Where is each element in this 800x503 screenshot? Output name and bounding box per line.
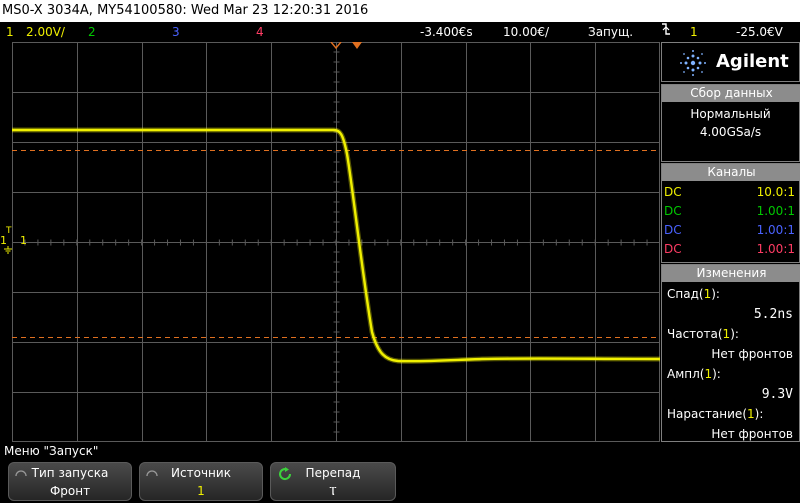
- ch1-trace-label: 1: [20, 234, 27, 247]
- channel-row-4[interactable]: DC 1.00:1: [664, 240, 797, 259]
- acquire-mode: Нормальный: [690, 107, 771, 121]
- channel-row-3[interactable]: DC 1.00:1: [664, 221, 797, 240]
- window-title: MS0-X 3034A, MY54100580: Wed Mar 23 12:2…: [0, 0, 800, 22]
- channel-row-2[interactable]: DC 1.00:1: [664, 202, 797, 221]
- ch1-number[interactable]: 1: [6, 22, 14, 42]
- info-panel: Agilent Сбор данных Нормальный 4.00GSa/s…: [661, 42, 800, 442]
- measurement-value: 9.3V: [761, 387, 793, 402]
- agilent-logo: Agilent: [716, 51, 789, 72]
- ch3-number[interactable]: 3: [172, 22, 180, 42]
- probe-ratio: 1.00:1: [756, 204, 795, 218]
- ch4-number[interactable]: 4: [256, 22, 264, 42]
- ch2-number[interactable]: 2: [88, 22, 96, 42]
- source-value: 1: [197, 484, 205, 498]
- slope-value: Ⲧ: [329, 484, 337, 498]
- acquire-box[interactable]: Сбор данных Нормальный 4.00GSa/s: [661, 84, 800, 162]
- waveform-graph: [12, 42, 661, 442]
- measurement-value: 5.2ns: [753, 307, 793, 322]
- ch1-scale[interactable]: 2.00V/: [26, 22, 65, 42]
- logo-box: Agilent: [661, 42, 800, 82]
- probe-ratio: 1.00:1: [756, 242, 795, 256]
- source-softkey[interactable]: Источник 1: [139, 462, 263, 501]
- measurements-header: Изменения: [662, 265, 800, 282]
- delay-marker-icon[interactable]: [351, 42, 363, 50]
- measurement-label: Частота(1):: [667, 327, 739, 341]
- channel-coupling: DC: [664, 185, 682, 199]
- menu-title: Меню "Запуск": [4, 444, 99, 458]
- probe-ratio: 1.00:1: [756, 223, 795, 237]
- status-bar: 1 2.00V/ 2 3 4 -3.400€s 10.00€/ Запущ. 1…: [0, 22, 800, 42]
- channel-coupling: DC: [664, 223, 682, 237]
- channel-coupling: DC: [664, 242, 682, 256]
- trigger-type-softkey[interactable]: Тип запуска Фронт: [8, 462, 132, 501]
- measurement-label: Нарастание(1):: [667, 407, 764, 421]
- ground-icon: [4, 246, 12, 254]
- time-scale[interactable]: 10.00€/: [503, 22, 549, 42]
- probe-ratio: 10.0:1: [756, 185, 795, 199]
- trigger-source[interactable]: 1: [690, 22, 698, 42]
- channels-box[interactable]: Каналы DC 10.0:1 DC 1.00:1 DC 1.00:1 DC 1.00:1: [661, 163, 800, 263]
- sample-rate: 4.00GSa/s: [699, 125, 762, 139]
- trigger-edge-icon: [660, 22, 672, 42]
- measurement-value: Нет фронтов: [711, 427, 793, 441]
- slope-softkey[interactable]: Перепад Ⲧ: [270, 462, 396, 501]
- waveform-display[interactable]: [12, 42, 661, 442]
- channel-row-1[interactable]: DC 10.0:1: [664, 183, 797, 202]
- measurement-label: Ампл(1):: [667, 367, 721, 381]
- agilent-spark-icon: [680, 50, 706, 76]
- channel-coupling: DC: [664, 204, 682, 218]
- run-state[interactable]: Запущ.: [588, 22, 633, 42]
- measurement-value: Нет фронтов: [711, 347, 793, 361]
- trigger-level[interactable]: -25.0€V: [736, 22, 783, 42]
- trigger-type-value: Фронт: [49, 484, 91, 498]
- trigger-position-icon[interactable]: [330, 42, 342, 50]
- ground-markers[interactable]: T 1: [0, 226, 13, 256]
- time-offset[interactable]: -3.400€s: [420, 22, 473, 42]
- measurements-box[interactable]: Изменения Спад(1): 5.2ns Частота(1): Нет фр…: [661, 264, 800, 442]
- channels-header: Каналы: [662, 164, 800, 181]
- acquire-header: Сбор данных: [662, 85, 800, 102]
- measurement-label: Спад(1):: [667, 287, 720, 301]
- slope-label: Перепад: [305, 466, 361, 480]
- source-label: Источник: [171, 466, 231, 480]
- trigger-type-label: Тип запуска: [31, 466, 109, 480]
